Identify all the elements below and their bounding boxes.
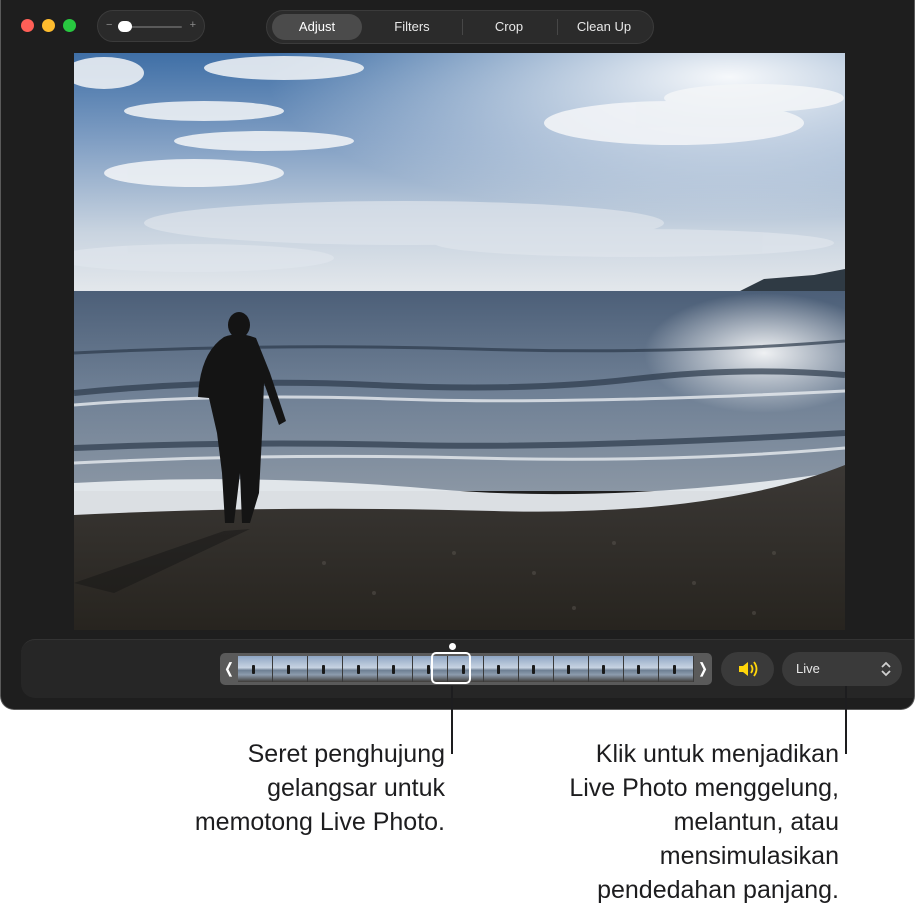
live-photo-image [74, 53, 845, 630]
fullscreen-button[interactable] [63, 19, 76, 32]
callout-line-trim [451, 686, 453, 754]
frame-thumbnail [623, 656, 659, 682]
zoom-out-icon: − [106, 19, 113, 31]
close-button[interactable] [21, 19, 34, 32]
trim-end-handle[interactable]: ❭ [694, 660, 712, 677]
callout-line-effect [845, 686, 847, 754]
minimize-button[interactable] [42, 19, 55, 32]
speaker-wave-icon [738, 661, 757, 677]
caption-line: Seret penghujung [247, 740, 445, 768]
trim-start-handle[interactable]: ❬ [220, 660, 238, 677]
tab-clean-up[interactable]: Clean Up [559, 14, 649, 40]
frame-thumbnail [658, 656, 694, 682]
tab-divider [462, 19, 463, 35]
caption-effect: Klik untuk menjadikan Live Photo menggel… [569, 737, 839, 907]
frame-thumbnail [378, 656, 414, 682]
frame-thumbnail [343, 656, 379, 682]
frame-thumbnail [308, 656, 344, 682]
frame-thumbnail [238, 656, 274, 682]
tab-filters[interactable]: Filters [366, 14, 458, 40]
caption-line: melantun, atau [673, 808, 839, 836]
chevron-up-down-icon [881, 661, 891, 677]
frame-thumbnail [553, 656, 589, 682]
frame-scrubber[interactable] [431, 652, 471, 684]
live-effect-value: Live [796, 661, 820, 676]
zoom-in-icon: + [189, 19, 196, 31]
edit-tabs: Adjust Filters Crop Clean Up [266, 10, 654, 44]
caption-line: Klik untuk menjadikan [595, 740, 839, 768]
caption-line: gelangsar untuk [267, 774, 445, 802]
sound-toggle-button[interactable] [721, 652, 774, 686]
caption-line: memotong Live Photo. [194, 808, 445, 836]
photos-edit-window: − + Adjust Filters Crop Clean Up [0, 0, 915, 710]
zoom-knob[interactable] [118, 21, 132, 32]
frame-thumbnail [483, 656, 519, 682]
live-effect-select[interactable]: Live [782, 652, 902, 686]
key-photo-indicator [449, 643, 456, 650]
frame-thumbnail [588, 656, 624, 682]
tab-crop[interactable]: Crop [464, 14, 554, 40]
frame-thumbnail [518, 656, 554, 682]
caption-line: Live Photo menggelung, [569, 774, 839, 802]
caption-line: pendedahan panjang. [597, 876, 839, 904]
tab-adjust[interactable]: Adjust [272, 14, 362, 40]
zoom-slider[interactable]: − + [97, 10, 205, 42]
caption-trim: Seret penghujung gelangsar untuk memoton… [195, 737, 445, 839]
frame-thumbnail [273, 656, 309, 682]
window-controls [21, 19, 76, 32]
tab-divider [557, 19, 558, 35]
caption-line: mensimulasikan [659, 842, 839, 870]
